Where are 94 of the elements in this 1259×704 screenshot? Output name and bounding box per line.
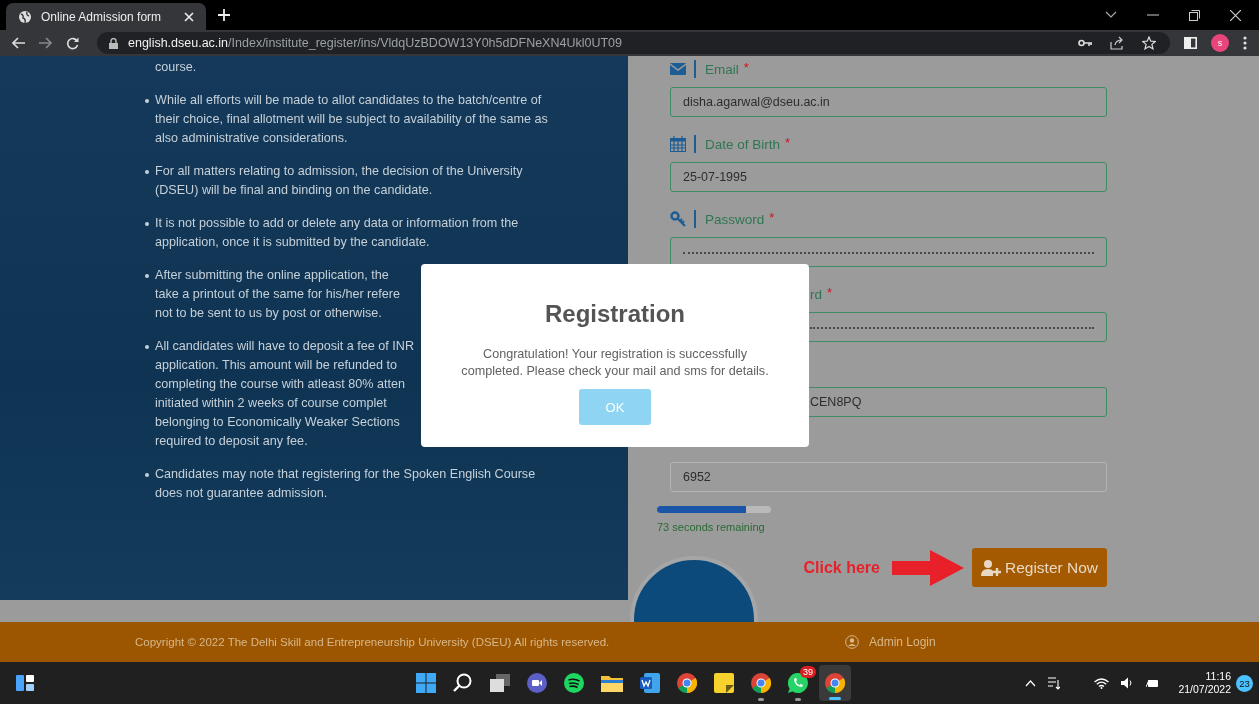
folder-icon[interactable] — [601, 674, 623, 692]
address-field[interactable]: english.dseu.ac.in/Index/institute_register/ins/VldqUzBDOW13Y0h5dDFNeXN4Ukl0UT09 — [97, 32, 1170, 54]
required-mark: * — [769, 210, 775, 225]
info-text: After submitting the online application, the — [155, 267, 390, 284]
dialog-title: Registration — [545, 300, 685, 328]
info-text: All candidates will have to deposit a fee of INR — [155, 338, 414, 355]
forward-icon[interactable] — [39, 37, 52, 49]
clock-date: 21/07/2022 — [1178, 683, 1231, 696]
info-text: (DSEU) will be final and binding on the candidate. — [155, 182, 434, 199]
profile-avatar[interactable]: s — [1211, 34, 1229, 52]
running-indicator — [758, 698, 764, 701]
video-chat-icon[interactable] — [527, 673, 547, 693]
notification-count[interactable]: 23 — [1236, 674, 1253, 692]
info-text: take a printout of the same for his/her refere — [155, 286, 400, 303]
start-icon[interactable] — [416, 673, 436, 693]
music-app-icon[interactable] — [564, 673, 584, 693]
register-button[interactable]: Register Now — [971, 548, 1107, 587]
speaker-icon[interactable] — [1121, 677, 1135, 689]
copyright-text: Copyright © 2022 The Delhi Skill and Entrepreneurship University (DSEU) All rights reserved. — [135, 636, 611, 648]
browser-icon[interactable] — [825, 673, 845, 693]
info-text: required to deposit any fee. — [155, 433, 309, 450]
document-app-icon[interactable] — [640, 673, 660, 693]
new-tab-icon[interactable] — [218, 9, 230, 21]
info-text: While all efforts will be made to allot candidates to the batch/centre of — [155, 92, 543, 109]
browser-tab[interactable]: Online Admission form — [6, 3, 206, 30]
hint-text: Click here — [803, 558, 880, 577]
required-mark: * — [827, 285, 833, 300]
input-field[interactable]: disha.agarwal@dseu.ac.in — [670, 87, 1107, 117]
globe-icon — [18, 9, 32, 24]
menu-icon[interactable] — [1243, 36, 1247, 50]
maximize-icon[interactable] — [1189, 9, 1200, 21]
info-text: It is not possible to add or delete any data or information from the — [155, 215, 519, 232]
battery-icon[interactable] — [1146, 677, 1161, 689]
bullet-icon — [145, 345, 149, 349]
close-icon[interactable] — [1230, 9, 1241, 21]
info-text: application. This amount will be refunded to — [155, 357, 398, 374]
field-label: Password — [705, 211, 765, 227]
required-mark: * — [785, 135, 791, 150]
admin-login-link[interactable]: Admin Login — [845, 635, 936, 649]
browser-icon[interactable] — [751, 673, 771, 693]
chevron-up-icon[interactable] — [1025, 679, 1037, 687]
bullet-icon — [145, 274, 149, 278]
pen-input-icon[interactable] — [1048, 676, 1061, 690]
input-field[interactable]: 25-07-1995 — [670, 162, 1107, 192]
info-text: initiated within 2 weeks of course complet — [155, 395, 388, 412]
envelope-icon — [670, 63, 686, 75]
field-label: Email — [705, 61, 739, 77]
user-plus-icon — [980, 559, 1001, 576]
required-mark: * — [743, 60, 749, 75]
chevron-down-icon[interactable] — [1105, 11, 1117, 19]
search-icon[interactable] — [453, 673, 473, 693]
active-app-tile[interactable] — [819, 665, 851, 701]
share-icon[interactable] — [1110, 36, 1124, 50]
close-tab-icon[interactable] — [184, 11, 194, 22]
user-icon — [845, 635, 859, 649]
bullet-icon — [145, 473, 149, 477]
info-text: course. — [155, 59, 198, 76]
bullet-icon — [145, 170, 149, 174]
dialog-message: completed. Please check your mail and sms for details. — [461, 363, 769, 380]
key-icon — [670, 211, 686, 227]
back-icon[interactable] — [12, 37, 25, 49]
sticky-note-icon[interactable] — [714, 673, 734, 693]
field-label: Date of Birth — [705, 136, 781, 152]
info-text: completing the course with atleast 80% atten — [155, 376, 406, 393]
browser-icon[interactable] — [677, 673, 697, 693]
dialog-message: Congratulation! Your registration is successfully — [482, 346, 748, 363]
running-indicator — [795, 698, 801, 701]
arrow-icon — [891, 549, 964, 586]
notification-badge: 39 — [800, 666, 816, 678]
calendar-icon — [670, 136, 686, 152]
info-text: Candidates may note that registering for the Spoken English Course — [155, 466, 536, 483]
active-indicator — [829, 697, 841, 700]
task-view-icon[interactable] — [490, 674, 510, 692]
info-text: application, once it is submitted by the candidate. — [155, 234, 431, 251]
bullet-icon — [145, 99, 149, 103]
bullet-icon — [145, 222, 149, 226]
wifi-icon[interactable] — [1094, 677, 1110, 689]
info-text: does not guarantee admission. — [155, 485, 329, 502]
field-label: rd — [810, 286, 822, 302]
info-text: their choice, final allotment will be subject to availability of the same as — [155, 111, 548, 128]
widgets-icon[interactable] — [16, 675, 34, 691]
timer-text: 73 seconds remaining — [657, 521, 766, 533]
info-text: belonging to Economically Weaker Sections — [155, 414, 401, 431]
reload-icon[interactable] — [66, 36, 79, 50]
info-text: also administrative considerations. — [155, 130, 349, 147]
clock-time: 11:16 — [1205, 670, 1231, 683]
input-field[interactable]: 6952 — [670, 462, 1107, 492]
side-panel-icon[interactable] — [1184, 37, 1197, 49]
info-text: For all matters relating to admission, the decision of the University — [155, 163, 523, 180]
lock-icon — [109, 37, 118, 49]
key-icon[interactable] — [1078, 39, 1092, 47]
info-text: not to be sent to us by post or otherwise. — [155, 305, 383, 322]
star-icon[interactable] — [1142, 36, 1156, 50]
chat-app-icon[interactable] — [788, 673, 808, 693]
